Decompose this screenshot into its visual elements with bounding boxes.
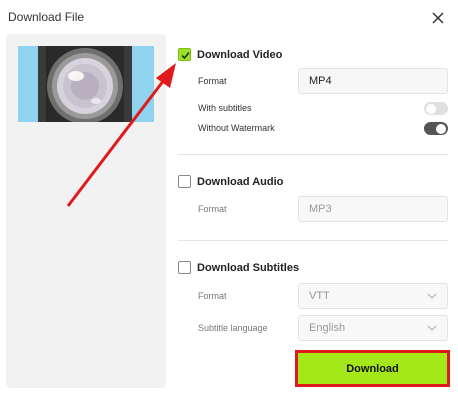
without-watermark-toggle[interactable] bbox=[424, 122, 448, 135]
toggle-knob bbox=[436, 123, 446, 134]
video-format-label: Format bbox=[198, 76, 227, 86]
chevron-down-icon bbox=[427, 325, 437, 331]
audio-format-label: Format bbox=[198, 204, 227, 214]
subtitles-format-select[interactable]: VTT bbox=[298, 283, 448, 309]
download-button-highlight: Download bbox=[295, 350, 450, 387]
download-subtitles-option[interactable]: Download Subtitles bbox=[178, 261, 299, 274]
close-icon[interactable] bbox=[428, 8, 448, 28]
subtitles-format-label: Format bbox=[198, 291, 227, 301]
chevron-down-icon bbox=[427, 293, 437, 299]
download-audio-option[interactable]: Download Audio bbox=[178, 175, 283, 188]
subtitle-language-value: English bbox=[309, 322, 346, 334]
with-subtitles-toggle[interactable] bbox=[424, 102, 448, 115]
subtitle-language-select[interactable]: English bbox=[298, 315, 448, 341]
download-video-option[interactable]: Download Video bbox=[178, 48, 282, 61]
checkmark-icon bbox=[181, 51, 190, 60]
download-subtitles-label: Download Subtitles bbox=[197, 261, 300, 274]
without-watermark-label: Without Watermark bbox=[198, 123, 275, 133]
dialog-title: Download File bbox=[8, 10, 85, 24]
download-audio-label: Download Audio bbox=[197, 175, 284, 188]
download-audio-checkbox[interactable] bbox=[178, 175, 191, 188]
video-format-select[interactable]: MP4 bbox=[298, 68, 448, 94]
download-button[interactable]: Download bbox=[298, 353, 447, 384]
with-subtitles-label: With subtitles bbox=[198, 103, 252, 113]
download-file-dialog: Download File Download Video Format MP4 … bbox=[0, 0, 458, 400]
download-subtitles-checkbox[interactable] bbox=[178, 261, 191, 274]
toggle-knob bbox=[426, 103, 436, 114]
section-divider bbox=[178, 154, 448, 155]
subtitle-language-label: Subtitle language bbox=[198, 323, 268, 333]
subtitles-format-value: VTT bbox=[309, 290, 330, 302]
section-divider bbox=[178, 240, 448, 241]
audio-format-select[interactable]: MP3 bbox=[298, 196, 448, 222]
camera-lens-icon bbox=[18, 46, 154, 122]
download-video-checkbox[interactable] bbox=[178, 48, 191, 61]
video-thumbnail bbox=[18, 46, 154, 122]
download-video-label: Download Video bbox=[197, 48, 283, 61]
